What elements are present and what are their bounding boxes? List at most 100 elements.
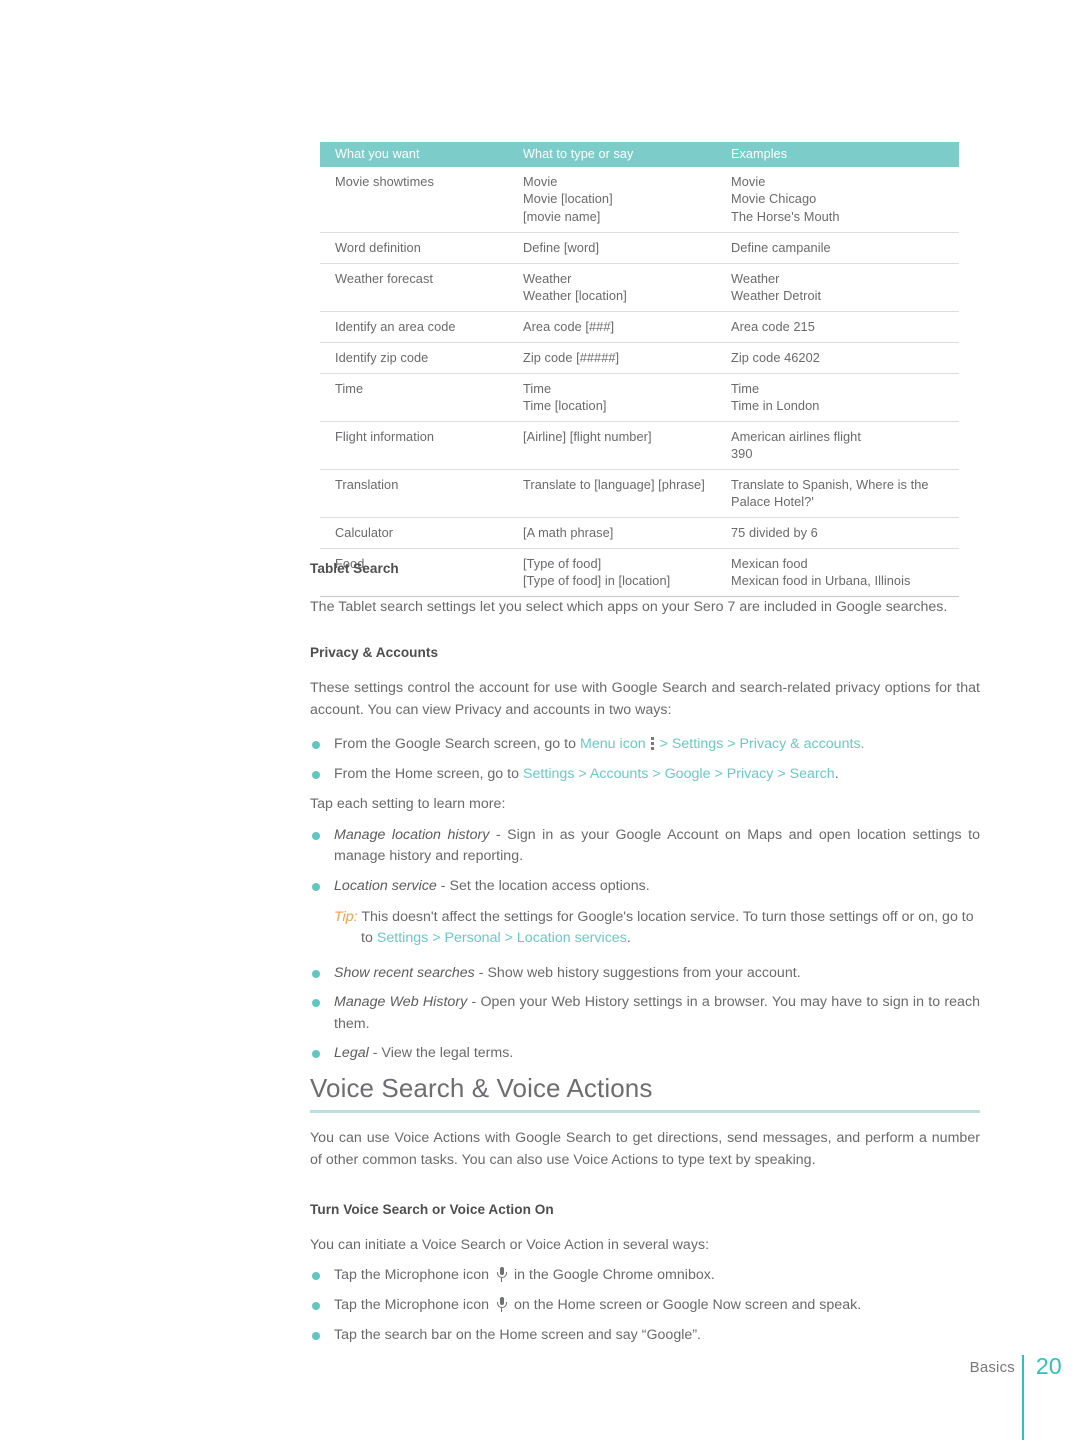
link-settings-personal-location-services[interactable]: Settings > Personal > Location services — [377, 930, 627, 946]
cell-examples: American airlines flight 390 — [716, 421, 959, 470]
bullet-icon — [312, 1050, 320, 1059]
setting-description: - Show web history suggestions from your… — [474, 964, 801, 981]
bullet-icon — [312, 882, 320, 891]
document-page: What you want What to type or say Exampl… — [0, 0, 1080, 1440]
list-item-text: From the Google Search screen, go to — [334, 736, 580, 753]
cell-what-to-type: Area code [###] — [508, 311, 716, 343]
bullet-icon — [312, 969, 320, 978]
tip-text: This doesn't affect the settings for Goo… — [357, 908, 974, 925]
paragraph-privacy-accounts: These settings control the account for u… — [310, 679, 980, 718]
cell-what-you-want: Word definition — [320, 232, 508, 264]
cell-examples: Weather Weather Detroit — [716, 263, 959, 312]
list-item-text-suffix: in the Google Chrome omnibox. — [510, 1267, 715, 1284]
cell-what-to-type: Zip code [#####] — [508, 342, 716, 374]
privacy-settings-list: Manage location history - Sign in as you… — [310, 825, 980, 898]
link-menu-icon[interactable]: Menu icon — [580, 736, 646, 752]
column-header-what-to-type: What to type or say — [508, 142, 716, 168]
cell-examples: Define campanile — [716, 232, 959, 264]
cell-what-you-want: Identify an area code — [320, 311, 508, 343]
list-item-manage-web-history: Manage Web History - Open your Web Histo… — [310, 992, 980, 1035]
cell-what-you-want: Time — [320, 373, 508, 422]
footer-section-label: Basics — [969, 1359, 1015, 1376]
cell-examples: Zip code 46202 — [716, 342, 959, 374]
voice-commands-table: What you want What to type or say Exampl… — [320, 142, 959, 597]
privacy-access-list: From the Google Search screen, go to Men… — [310, 734, 980, 785]
tip-label: Tip: — [334, 908, 358, 925]
bullet-icon — [312, 1272, 320, 1281]
cell-what-you-want: Weather forecast — [320, 263, 508, 312]
list-item: From the Home screen, go to Settings > A… — [310, 764, 980, 786]
microphone-icon — [496, 1267, 507, 1283]
heading-privacy-accounts: Privacy & Accounts — [310, 645, 439, 661]
setting-term: Legal — [334, 1045, 369, 1062]
table-row: Movie showtimes Movie Movie [location] [… — [320, 167, 959, 233]
list-item-text-suffix: . — [834, 765, 839, 782]
cell-what-to-type: Weather Weather [location] — [508, 263, 716, 312]
table-row: Word definition Define [word] Define cam… — [320, 232, 959, 264]
voice-initiate-list: Tap the Microphone icon in the Google Ch… — [310, 1265, 980, 1346]
cell-what-to-type: [A math phrase] — [508, 517, 716, 549]
footer-divider — [1022, 1355, 1024, 1440]
cell-what-you-want: Identify zip code — [320, 342, 508, 374]
setting-description: - Set the location access options. — [436, 877, 650, 894]
heading-tablet-search: Tablet Search — [310, 561, 399, 576]
table-body: Movie showtimes Movie Movie [location] [… — [320, 167, 959, 597]
cell-examples: Area code 215 — [716, 311, 959, 343]
cell-what-to-type: Time Time [location] — [508, 373, 716, 422]
setting-term: Show recent searches — [334, 964, 475, 981]
section-voice-search: Voice Search & Voice Actions — [310, 1073, 980, 1114]
page-title: Voice Search & Voice Actions — [310, 1073, 653, 1103]
page-number: 20 — [1035, 1353, 1062, 1379]
setting-term: Manage location history — [334, 826, 490, 843]
list-item: From the Google Search screen, go to Men… — [310, 734, 980, 756]
paragraph-voice-actions: You can use Voice Actions with Google Se… — [310, 1130, 980, 1168]
cell-examples: 75 divided by 6 — [716, 517, 959, 549]
tip-note: Tip: This doesn't affect the settings fo… — [310, 907, 980, 950]
list-item-location-service: Location service - Set the location acce… — [310, 876, 980, 898]
setting-term: Location service — [334, 877, 437, 894]
list-item-text-suffix: on the Home screen or Google Now screen … — [510, 1296, 862, 1313]
cell-what-to-type: Translate to [language] [phrase] — [508, 469, 716, 518]
heading-rule — [310, 1110, 980, 1114]
tip-suffix: . — [626, 930, 631, 947]
page-content: Tablet Search The Tablet search settings… — [310, 560, 980, 1065]
list-item-text: Tap the Microphone icon — [334, 1267, 494, 1284]
table-row: Weather forecast Weather Weather [locati… — [320, 263, 959, 312]
list-item-search-bar-say-google: Tap the search bar on the Home screen an… — [310, 1325, 980, 1347]
bullet-icon — [312, 770, 320, 779]
cell-what-you-want: Movie showtimes — [320, 167, 508, 233]
setting-description: - View the legal terms. — [368, 1045, 514, 1062]
list-item-text: Tap the search bar on the Home screen an… — [334, 1326, 702, 1343]
cell-what-to-type: Define [word] — [508, 232, 716, 264]
cell-examples: Translate to Spanish, Where is the Palac… — [716, 469, 959, 518]
column-header-examples: Examples — [716, 142, 959, 168]
bullet-icon — [312, 1301, 320, 1310]
list-item-manage-location-history: Manage location history - Sign in as you… — [310, 825, 980, 868]
cell-what-you-want: Flight information — [320, 421, 508, 470]
list-item-text: From the Home screen, go to — [334, 765, 524, 782]
list-item-mic-chrome-omnibox: Tap the Microphone icon in the Google Ch… — [310, 1265, 980, 1287]
microphone-icon — [496, 1296, 507, 1312]
table-row: Identify an area code Area code [###] Ar… — [320, 311, 959, 343]
bullet-icon — [312, 1331, 320, 1340]
heading-turn-voice-search-on: Turn Voice Search or Voice Action On — [310, 1202, 554, 1218]
list-item-legal: Legal - View the legal terms. — [310, 1043, 980, 1065]
table-row: Calculator [A math phrase] 75 divided by… — [320, 517, 959, 549]
table-row: Time Time Time [location] Time Time in L… — [320, 373, 959, 422]
privacy-settings-list-2: Show recent searches - Show web history … — [310, 963, 980, 1065]
voice-content: You can use Voice Actions with Google Se… — [310, 1128, 980, 1346]
table-header-row: What you want What to type or say Exampl… — [320, 142, 959, 168]
paragraph-tap-each-setting: Tap each setting to learn more: — [310, 796, 506, 813]
table-row: Flight information [Airline] [flight num… — [320, 421, 959, 470]
cell-what-you-want: Calculator — [320, 517, 508, 549]
cell-what-you-want: Translation — [320, 469, 508, 518]
link-settings-privacy-accounts[interactable]: > Settings > Privacy & accounts. — [660, 736, 865, 752]
page-footer: Basics 20 — [0, 1353, 1080, 1440]
list-item-text: Tap the Microphone icon — [334, 1296, 494, 1313]
bullet-icon — [312, 831, 320, 840]
tip-continuation: to Settings > Personal > Location servic… — [361, 930, 631, 947]
table-row: Identify zip code Zip code [#####] Zip c… — [320, 342, 959, 374]
cell-what-to-type: Movie Movie [location] [movie name] — [508, 167, 716, 233]
link-settings-accounts-google-privacy-search[interactable]: Settings > Accounts > Google > Privacy >… — [523, 766, 835, 782]
cell-examples: Movie Movie Chicago The Horse's Mouth — [716, 167, 959, 233]
